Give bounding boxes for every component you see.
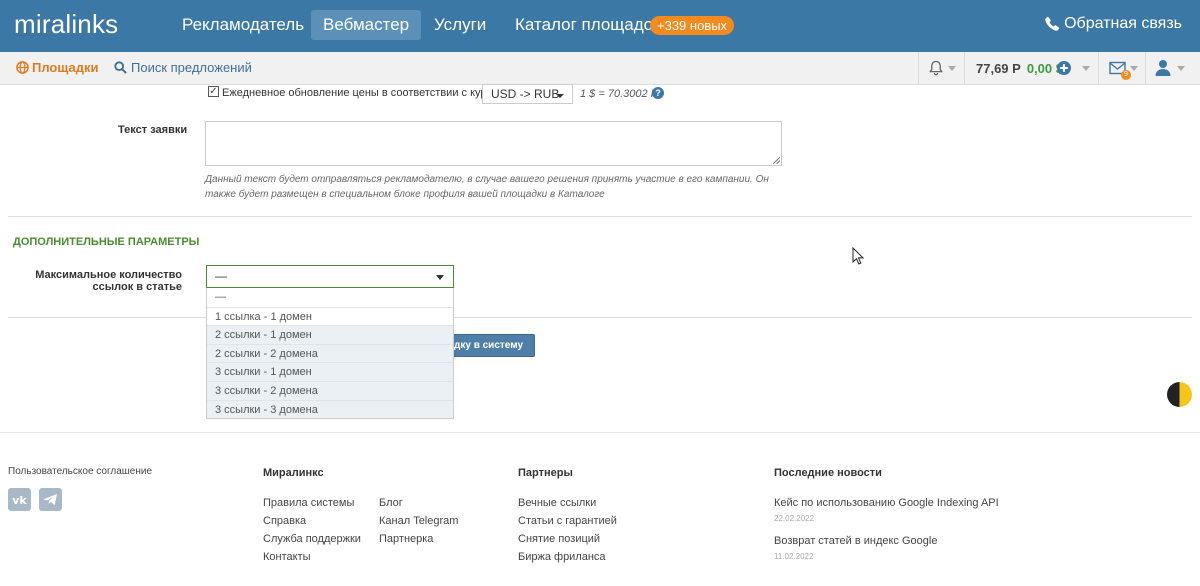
news-date: 11.02.2022	[774, 552, 814, 561]
phone-icon	[1045, 16, 1060, 31]
search-offers-link[interactable]: Поиск предложений	[114, 60, 252, 75]
footer-link[interactable]: Партнерка	[379, 533, 433, 545]
user-menu-button[interactable]	[1155, 59, 1171, 81]
resize-handle-icon[interactable]	[773, 157, 780, 164]
user-agreement-link[interactable]: Пользовательское соглашение	[8, 466, 152, 477]
nav-catalog[interactable]: Каталог площадок	[503, 10, 673, 40]
footer-col-partners-title: Партнеры	[518, 467, 573, 479]
notifications-button[interactable]	[928, 60, 944, 81]
feedback-link[interactable]: Обратная связь	[1045, 15, 1182, 33]
balances[interactable]: 77,69 Р 0,00 $	[976, 61, 1063, 76]
dropdown-option[interactable]: 3 ссылки - 1 домен	[207, 362, 453, 381]
request-text-input[interactable]	[205, 121, 782, 166]
sub-toolbar: Площадки Поиск предложений 77,69 Р 0,00 $	[0, 52, 1200, 85]
footer-link[interactable]: Статьи с гарантией	[518, 515, 617, 527]
submit-site-button[interactable]: дку в систему	[453, 334, 535, 357]
section-divider	[8, 317, 1192, 318]
footer-link[interactable]: Снятие позиций	[518, 533, 600, 545]
daily-update-checkbox[interactable]: ✓	[208, 86, 219, 97]
news-link[interactable]: Кейс по использованию Google Indexing AP…	[774, 497, 999, 509]
svg-text:vk: vk	[12, 494, 27, 507]
logo[interactable]: miralinks	[14, 9, 118, 40]
max-links-value: —	[215, 269, 227, 283]
footer-link[interactable]: Канал Telegram	[379, 515, 458, 527]
help-icon[interactable]: ?	[652, 87, 664, 99]
news-date: 22.02.2022	[774, 514, 815, 523]
currency-select[interactable]: USD -> RUB	[482, 84, 573, 104]
theme-toggle-button[interactable]	[1167, 382, 1192, 407]
chevron-down-icon[interactable]	[1130, 66, 1138, 71]
nav-services[interactable]: Услуги	[422, 10, 498, 40]
balance-rub: 77,69 Р	[976, 61, 1021, 76]
max-links-dropdown: — 1 ссылка - 1 домен 2 ссылки - 1 домен …	[206, 288, 454, 419]
chevron-down-icon[interactable]	[948, 66, 956, 71]
footer-link[interactable]: Биржа фриланса	[518, 551, 606, 563]
feedback-label: Обратная связь	[1064, 15, 1182, 32]
footer-link[interactable]: Справка	[263, 515, 306, 527]
footer-link[interactable]: Контакты	[263, 551, 311, 563]
extra-params-title: Дополнительные параметры	[13, 236, 200, 248]
footer-link[interactable]: Служба поддержки	[263, 533, 361, 545]
daily-update-label: Ежедневное обновление цены в соответстви…	[222, 87, 506, 99]
sites-link[interactable]: Площадки	[16, 60, 98, 75]
divider	[964, 52, 965, 85]
dropdown-option[interactable]: 3 ссылки - 3 домена	[207, 399, 453, 419]
request-text-help: Данный текст будет отправляться рекламод…	[205, 174, 769, 200]
footer-col-news-title: Последние новости	[774, 467, 882, 479]
exchange-rate: 1 $ = 70.3002 Р	[580, 88, 658, 100]
max-links-label: Максимальное количество ссылок в статье	[35, 269, 182, 293]
dropdown-option[interactable]: 2 ссылки - 1 домен	[207, 325, 453, 344]
plus-circle-icon	[1057, 61, 1071, 75]
nav-advertiser[interactable]: Рекламодатель	[170, 10, 316, 40]
footer-link[interactable]: Правила системы	[263, 497, 354, 509]
footer-link[interactable]: Блог	[379, 497, 403, 509]
divider	[918, 52, 919, 85]
divider	[1145, 52, 1146, 85]
news-link[interactable]: Возврат статей в индекс Google	[774, 535, 937, 547]
footer-link[interactable]: Вечные ссылки	[518, 497, 596, 509]
search-icon	[114, 61, 127, 74]
dropdown-option[interactable]: 1 ссылка - 1 домен	[207, 306, 453, 326]
max-links-select[interactable]: —	[206, 265, 454, 288]
search-offers-label: Поиск предложений	[131, 60, 252, 75]
vk-icon[interactable]: vk	[8, 488, 31, 511]
request-text-label: Текст заявки	[118, 124, 188, 136]
add-funds-button[interactable]	[1057, 61, 1071, 80]
bell-icon	[929, 60, 943, 76]
footer-divider	[0, 432, 1200, 433]
new-sites-badge[interactable]: +339 новых	[650, 16, 735, 35]
footer-col-miralinks-title: Миралинкс	[263, 467, 324, 479]
dropdown-option[interactable]: —	[207, 288, 453, 307]
messages-count-badge: 9	[1121, 70, 1131, 80]
chevron-down-icon[interactable]	[1177, 66, 1185, 71]
currency-value: USD -> RUB	[491, 87, 560, 101]
divider	[1098, 52, 1099, 85]
telegram-icon[interactable]	[39, 488, 62, 511]
section-divider	[8, 216, 1192, 217]
user-icon	[1155, 60, 1171, 76]
sites-label: Площадки	[32, 60, 99, 75]
dropdown-option[interactable]: 3 ссылки - 2 домена	[207, 380, 453, 400]
top-navbar: miralinks Рекламодатель Вебмастер Услуги…	[0, 0, 1200, 52]
mouse-cursor-icon	[852, 247, 864, 265]
chevron-down-icon[interactable]	[1082, 66, 1090, 71]
chevron-down-icon	[556, 94, 564, 98]
nav-webmaster[interactable]: Вебмастер	[311, 10, 422, 40]
globe-icon	[16, 61, 29, 74]
chevron-down-icon	[436, 275, 444, 280]
dropdown-option[interactable]: 2 ссылки - 2 домена	[207, 343, 453, 363]
